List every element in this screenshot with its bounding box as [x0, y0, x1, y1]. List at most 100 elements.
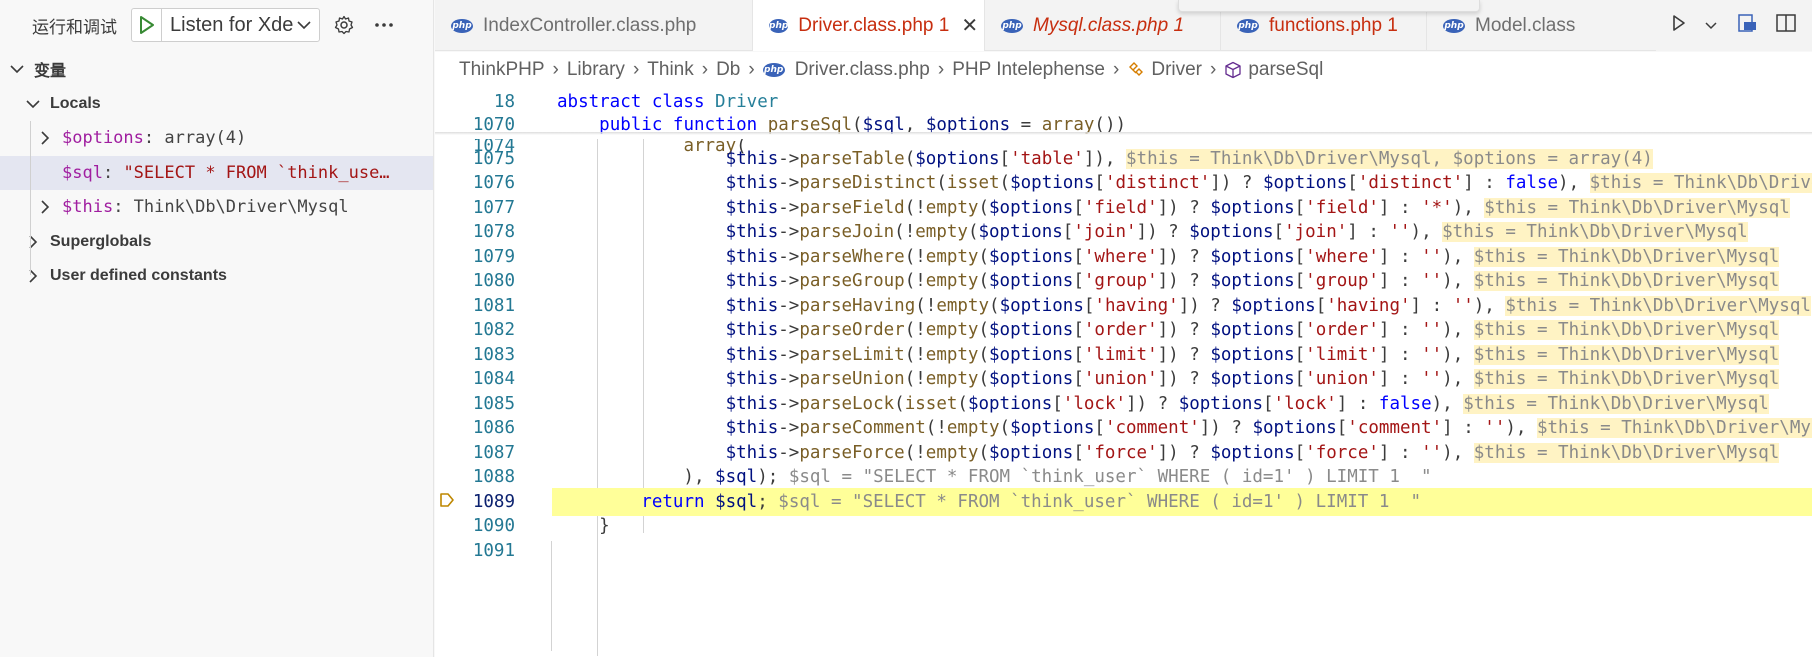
open-launch-json-button[interactable]	[328, 9, 360, 41]
line-number: 1088	[472, 467, 515, 487]
run-file-button[interactable]	[1672, 14, 1686, 37]
chevron-right-icon: ›	[632, 59, 640, 80]
code-line[interactable]: 1090 }	[435, 512, 1812, 540]
variables-section-title: 变量	[34, 63, 67, 81]
code-text: abstract class Driver	[557, 92, 779, 112]
chevron-down-icon	[297, 21, 311, 30]
tree-item-superglobals[interactable]: Superglobals	[0, 225, 433, 260]
tree-item-user-constants[interactable]: User defined constants	[0, 259, 433, 294]
variable-separator: :	[113, 197, 134, 218]
breadcrumb-item[interactable]: Driver	[1151, 59, 1202, 81]
line-number: 1080	[472, 271, 515, 291]
line-number: 1087	[472, 443, 515, 463]
inline-value-hint: $sql = "SELECT * FROM `think_user` WHERE…	[778, 492, 1421, 512]
editor-tab-bar: php IndexController.class.php php Driver…	[435, 0, 1812, 51]
inline-value-hint: $this = Think\Db\Driver\Mysql	[1473, 443, 1780, 463]
variable-row[interactable]: $this: Think\Db\Driver\Mysql	[0, 190, 433, 225]
line-number: 1090	[472, 516, 515, 536]
code-line[interactable]: 1088 ), $sql); $sql = "SELECT * FROM `th…	[435, 463, 1812, 491]
play-icon	[1672, 15, 1685, 31]
inline-value-hint: $this = Think\Db\Driver\Mysql	[1473, 320, 1780, 340]
code-line[interactable]: 1082 $this->parseOrder(!empty($options['…	[435, 316, 1812, 344]
code-text: $this->parseField(!empty($options['field…	[725, 198, 1790, 218]
launch-config-label: Listen for Xde	[170, 13, 294, 36]
class-symbol-icon	[1129, 62, 1144, 76]
breadcrumb-item[interactable]: Library	[567, 59, 625, 81]
chevron-down-icon	[8, 60, 26, 78]
breadcrumb-item[interactable]: Driver.class.php	[795, 59, 930, 81]
variable-name: $options	[62, 128, 144, 149]
method-symbol-icon	[1225, 61, 1241, 79]
code-editor[interactable]: 18 abstract class Driver 1070 public funct…	[435, 88, 1812, 657]
line-number: 1086	[472, 418, 515, 438]
code-text: $this->parseComment(!empty($options['com…	[557, 418, 1812, 438]
inline-value-hint: $this = Think\Db\Driver\Mysql	[1484, 198, 1790, 218]
split-editor-button[interactable]	[1776, 14, 1796, 37]
variable-row-selected[interactable]: $sql: "SELECT * FROM `think_use…	[0, 155, 433, 190]
breadcrumb-item[interactable]: Db	[716, 59, 740, 81]
line-number: 1075	[472, 149, 515, 169]
chevron-right-icon	[36, 198, 54, 216]
variable-value: Think\Db\Driver\Mysql	[133, 197, 349, 218]
variable-value: array(4)	[164, 128, 247, 149]
ellipsis-icon	[375, 23, 394, 27]
run-dropdown-button[interactable]	[1705, 17, 1717, 35]
more-actions-button[interactable]	[368, 9, 400, 41]
variable-row[interactable]: $options: array(4)	[0, 121, 433, 156]
code-line[interactable]: 1076 $this->parseDistinct(isset($options…	[435, 169, 1812, 197]
php-file-badge-icon	[1738, 14, 1756, 32]
line-number: 1091	[472, 541, 515, 561]
tab-label: Mysql.class.php 1	[1033, 14, 1185, 36]
php-file-icon: php	[1001, 18, 1023, 33]
editor-actions	[1656, 0, 1812, 51]
debug-view-title: 运行和调试	[32, 17, 117, 37]
launch-config-select[interactable]: Listen for Xde	[131, 8, 321, 42]
inline-value-hint: $this = Think\Db\Driver\Mysql	[1505, 296, 1811, 316]
php-action-button[interactable]	[1737, 13, 1757, 38]
code-text: $this->parseGroup(!empty($options['group…	[725, 271, 1780, 291]
breadcrumb-item[interactable]: ThinkPHP	[459, 59, 545, 81]
inline-value-hint: $sql = "SELECT * FROM `think_user` WHERE…	[788, 467, 1432, 487]
code-line[interactable]: 1086 $this->parseComment(!empty($options…	[435, 414, 1812, 442]
line-number: 1078	[472, 222, 515, 242]
tab-label: IndexController.class.php	[483, 14, 697, 36]
code-text: return $sql; $sql = "SELECT * FROM `thin…	[641, 492, 1421, 512]
code-line[interactable]: 1078 $this->parseJoin(!empty($options['j…	[435, 218, 1812, 246]
breadcrumb-item[interactable]: Think	[647, 59, 693, 81]
play-icon	[139, 16, 154, 34]
code-line[interactable]: 1080 $this->parseGroup(!empty($options['…	[435, 267, 1812, 295]
code-line[interactable]: 1091	[435, 537, 1812, 565]
line-number: 18	[493, 92, 515, 112]
debug-floating-toolbar[interactable]	[1178, 0, 1480, 12]
start-debugging-button[interactable]	[132, 9, 162, 41]
inline-value-hint: $this = Think\Db\Driver\Mysql, $options …	[1126, 149, 1653, 169]
line-number: 1081	[472, 296, 515, 316]
chevron-right-icon	[36, 129, 54, 147]
variable-name: $sql	[62, 162, 103, 183]
code-text: $this->parseUnion(!empty($options['union…	[725, 369, 1780, 389]
line-number: 1079	[472, 247, 515, 267]
line-number: 1077	[472, 198, 515, 218]
tree-indent-guide	[30, 121, 31, 275]
tree-item-label: Superglobals	[50, 232, 152, 250]
line-number: 1082	[472, 320, 515, 340]
close-icon[interactable]: ✕	[961, 13, 978, 38]
line-number: 1083	[472, 345, 515, 365]
php-file-icon: php	[762, 63, 785, 77]
code-line[interactable]: 1084 $this->parseUnion(!empty($options['…	[435, 365, 1812, 393]
tree-item-label: Locals	[50, 94, 101, 112]
breadcrumb-item[interactable]: parseSql	[1248, 59, 1323, 81]
breadcrumb-item[interactable]: PHP Intelephense	[952, 59, 1105, 81]
tab-index-controller[interactable]: php IndexController.class.php	[435, 0, 753, 51]
variables-section-header[interactable]: 变量	[0, 52, 433, 87]
inline-value-hint: $this = Think\Db\Driver\Mysql	[1473, 271, 1780, 291]
line-number: 1084	[472, 369, 515, 389]
tree-item-locals[interactable]: Locals	[0, 87, 433, 122]
chevron-down-icon	[24, 95, 42, 113]
php-file-icon: php	[1443, 18, 1465, 33]
inline-value-hint: $this = Think\Db\Driver\Mysql	[1442, 222, 1748, 242]
chevron-right-icon: ›	[1113, 59, 1120, 80]
code-text: $this->parseDistinct(isset($options['dis…	[557, 173, 1812, 193]
tab-driver[interactable]: php Driver.class.php 1 ✕	[753, 0, 985, 51]
code-text: }	[557, 516, 610, 536]
